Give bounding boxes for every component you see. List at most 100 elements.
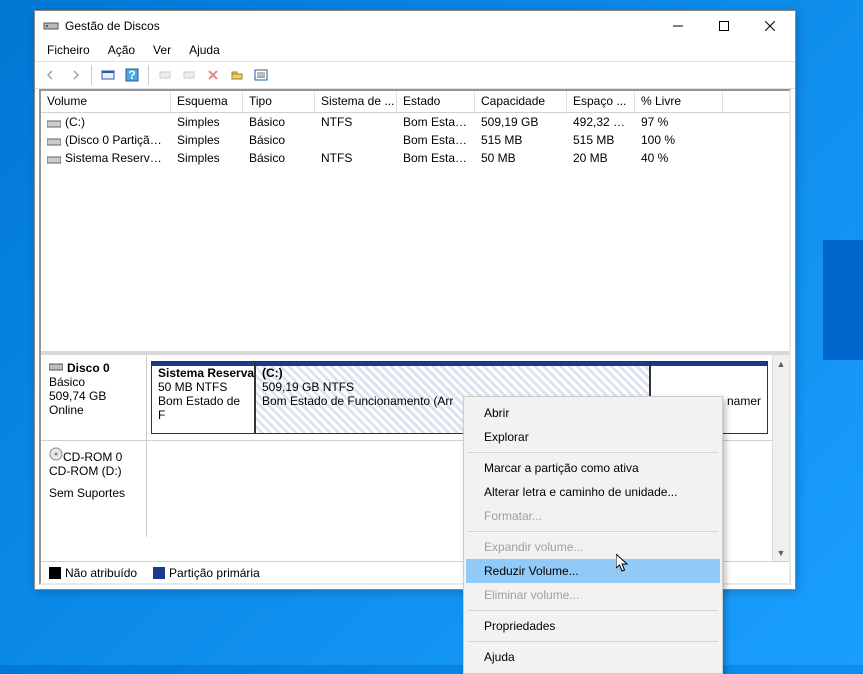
col-esquema[interactable]: Esquema	[171, 91, 243, 112]
close-button[interactable]	[747, 11, 793, 41]
context-menu: Abrir Explorar Marcar a partição como at…	[463, 396, 723, 674]
forward-button[interactable]	[63, 64, 87, 86]
disk-type: Básico	[49, 375, 138, 389]
table-row[interactable]: (Disco 0 Partição 3) Simples Básico Bom …	[41, 131, 789, 149]
cm-separator	[468, 452, 718, 453]
cdrom-status: Sem Suportes	[49, 486, 138, 500]
cell-esquema: Simples	[171, 132, 243, 148]
cm-separator	[468, 641, 718, 642]
partition-title: (C:)	[262, 366, 643, 380]
disk-size: 509,74 GB	[49, 389, 138, 403]
menubar: Ficheiro Ação Ver Ajuda	[35, 41, 795, 61]
minimize-button[interactable]	[655, 11, 701, 41]
cell-capacidade: 509,19 GB	[475, 114, 567, 130]
cell-volume: Sistema Reservado	[65, 151, 170, 165]
action1-button[interactable]	[153, 64, 177, 86]
table-header: Volume Esquema Tipo Sistema de ... Estad…	[41, 91, 789, 113]
scroll-up-icon[interactable]: ▲	[774, 355, 789, 372]
cm-explorar[interactable]: Explorar	[466, 425, 720, 449]
cell-estado: Bom Estad...	[397, 114, 475, 130]
action2-button[interactable]	[177, 64, 201, 86]
cm-formatar[interactable]: Formatar...	[466, 504, 720, 528]
menu-accao[interactable]: Ação	[100, 41, 143, 61]
legend-swatch-primary	[153, 567, 165, 579]
cm-expandir[interactable]: Expandir volume...	[466, 535, 720, 559]
cm-reduzir[interactable]: Reduzir Volume...	[466, 559, 720, 583]
cell-espaco: 20 MB	[567, 150, 635, 166]
action3-button[interactable]	[225, 64, 249, 86]
legend-swatch-unallocated	[49, 567, 61, 579]
refresh-button[interactable]	[96, 64, 120, 86]
delete-button[interactable]	[201, 64, 225, 86]
toolbar-separator	[148, 65, 149, 85]
cell-sistema	[315, 139, 397, 141]
cell-capacidade: 50 MB	[475, 150, 567, 166]
partition-stripe	[152, 362, 254, 366]
cdrom-name: CD-ROM 0	[63, 450, 122, 464]
cdrom-drive: CD-ROM (D:)	[49, 464, 138, 478]
cell-estado: Bom Estad...	[397, 132, 475, 148]
partition-title: Sistema Reserva	[158, 366, 248, 380]
cm-marcar[interactable]: Marcar a partição como ativa	[466, 456, 720, 480]
drive-icon	[47, 154, 61, 164]
col-volume[interactable]: Volume	[41, 91, 171, 112]
menu-ficheiro[interactable]: Ficheiro	[39, 41, 98, 61]
menu-ajuda[interactable]: Ajuda	[181, 41, 228, 61]
cell-capacidade: 515 MB	[475, 132, 567, 148]
partition-sub2: Bom Estado de F	[158, 394, 248, 422]
drive-icon	[47, 136, 61, 146]
toolbar-separator	[91, 65, 92, 85]
window-controls	[655, 11, 793, 41]
col-livre[interactable]: % Livre	[635, 91, 723, 112]
cell-espaco: 492,32 GB	[567, 114, 635, 130]
scroll-down-icon[interactable]: ▼	[774, 544, 789, 561]
titlebar[interactable]: Gestão de Discos	[35, 11, 795, 41]
cell-volume: (Disco 0 Partição 3)	[65, 133, 170, 147]
cell-livre: 100 %	[635, 132, 723, 148]
help-button[interactable]: ?	[120, 64, 144, 86]
disk-icon	[49, 361, 63, 375]
legend-primary: Partição primária	[169, 566, 260, 580]
partition-stripe	[256, 362, 649, 366]
properties-button[interactable]	[249, 64, 273, 86]
maximize-button[interactable]	[701, 11, 747, 41]
cm-ajuda[interactable]: Ajuda	[466, 645, 720, 669]
cm-abrir[interactable]: Abrir	[466, 401, 720, 425]
cm-alterar[interactable]: Alterar letra e caminho de unidade...	[466, 480, 720, 504]
cell-tipo: Básico	[243, 132, 315, 148]
disk-name: Disco 0	[67, 361, 110, 375]
cdrom-icon	[49, 450, 63, 464]
partition-sub1: 509,19 GB NTFS	[262, 380, 643, 394]
col-sistema[interactable]: Sistema de ...	[315, 91, 397, 112]
cell-tipo: Básico	[243, 114, 315, 130]
cm-eliminar[interactable]: Eliminar volume...	[466, 583, 720, 607]
cm-separator	[468, 531, 718, 532]
table-body: (C:) Simples Básico NTFS Bom Estad... 50…	[41, 113, 789, 351]
desktop-accent	[823, 240, 863, 360]
cell-volume: (C:)	[65, 115, 85, 129]
table-row[interactable]: (C:) Simples Básico NTFS Bom Estad... 50…	[41, 113, 789, 131]
cell-livre: 97 %	[635, 114, 723, 130]
cell-espaco: 515 MB	[567, 132, 635, 148]
col-tipo[interactable]: Tipo	[243, 91, 315, 112]
scrollbar[interactable]: ▲ ▼	[772, 355, 789, 561]
legend-unallocated: Não atribuído	[65, 566, 137, 580]
toolbar: ?	[35, 61, 795, 89]
drive-icon	[47, 118, 61, 128]
cdrom-label[interactable]: CD-ROM 0 CD-ROM (D:) Sem Suportes	[41, 441, 147, 537]
svg-text:?: ?	[128, 68, 135, 82]
col-estado[interactable]: Estado	[397, 91, 475, 112]
partition[interactable]: Sistema Reserva 50 MB NTFS Bom Estado de…	[151, 361, 255, 434]
col-espaco[interactable]: Espaço ...	[567, 91, 635, 112]
partition-stripe	[651, 362, 767, 366]
back-button[interactable]	[39, 64, 63, 86]
cell-livre: 40 %	[635, 150, 723, 166]
col-capacidade[interactable]: Capacidade	[475, 91, 567, 112]
disk-label[interactable]: Disco 0 Básico 509,74 GB Online	[41, 355, 147, 440]
menu-ver[interactable]: Ver	[145, 41, 179, 61]
cell-esquema: Simples	[171, 150, 243, 166]
table-row[interactable]: Sistema Reservado Simples Básico NTFS Bo…	[41, 149, 789, 167]
cm-separator	[468, 610, 718, 611]
app-icon	[43, 18, 59, 34]
cm-propriedades[interactable]: Propriedades	[466, 614, 720, 638]
